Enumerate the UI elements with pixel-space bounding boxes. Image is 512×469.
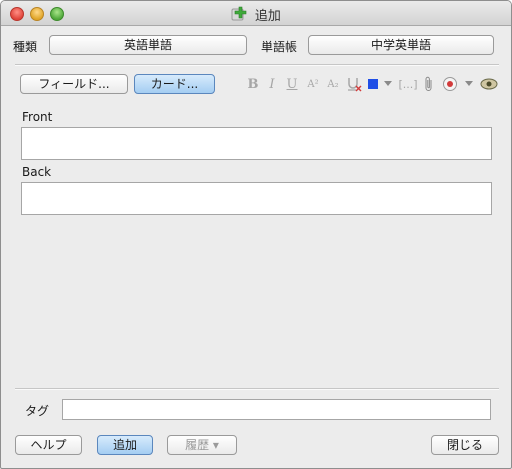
close-button[interactable]: 閉じる (431, 435, 499, 455)
chevron-down-icon (384, 81, 392, 86)
advanced-button[interactable] (480, 75, 498, 93)
text-color-swatch-icon (368, 79, 378, 89)
cloze-button[interactable]: [...] (397, 75, 419, 93)
bold-button[interactable]: B (246, 75, 260, 93)
underline-button[interactable]: U (285, 75, 299, 93)
more-options-dropdown-button[interactable] (463, 75, 475, 93)
italic-button[interactable]: I (265, 75, 279, 93)
deck-button[interactable]: 中学英単語 (308, 35, 494, 55)
bottom-separator (15, 388, 499, 390)
eye-icon (480, 78, 498, 90)
title-bar: 追加 (1, 1, 511, 26)
text-color-button[interactable] (367, 75, 379, 93)
chevron-down-icon (465, 81, 473, 86)
back-field-label: Back (22, 165, 52, 179)
help-button[interactable]: ヘルプ (15, 435, 82, 455)
fields-button[interactable]: フィールド... (20, 74, 128, 94)
add-button[interactable]: 追加 (97, 435, 153, 455)
subscript-button[interactable]: A₂ (325, 75, 341, 93)
front-field-input[interactable] (21, 127, 492, 160)
top-separator (15, 64, 499, 66)
attach-media-button[interactable] (422, 75, 436, 93)
cards-button[interactable]: カード... (134, 74, 215, 94)
back-field-input[interactable] (21, 182, 492, 215)
clear-format-icon (348, 78, 362, 92)
record-icon (443, 77, 457, 91)
text-color-dropdown-button[interactable] (383, 75, 393, 93)
clear-format-button[interactable] (346, 75, 362, 93)
paperclip-icon (425, 76, 432, 91)
front-field-label: Front (22, 110, 53, 124)
add-note-window: 追加 種類 英語単語 単語帳 中学英単語 フィールド... カード... B I… (0, 0, 512, 469)
superscript-button[interactable]: A² (305, 75, 321, 93)
add-note-icon (231, 5, 247, 24)
window-title-group: 追加 (1, 5, 511, 24)
tags-input[interactable] (62, 399, 491, 420)
tags-label: タグ (25, 404, 50, 418)
note-type-button[interactable]: 英語単語 (49, 35, 247, 55)
record-audio-button[interactable] (441, 75, 459, 93)
note-type-label: 種類 (13, 40, 38, 54)
window-title: 追加 (254, 9, 281, 24)
deck-label: 単語帳 (261, 40, 298, 54)
history-button[interactable]: 履歴 ▾ (167, 435, 237, 455)
